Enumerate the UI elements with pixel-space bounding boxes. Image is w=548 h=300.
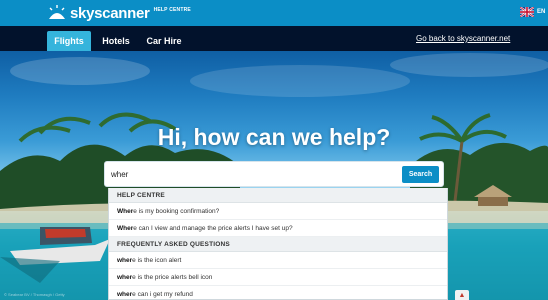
suggestion-item[interactable]: wher e can i get my refund — [109, 286, 447, 300]
suggestion-match: Wher — [117, 207, 134, 215]
autocomplete-dropdown: HELP CENTRE Wher e is my booking confirma… — [108, 188, 448, 300]
chevron-up-icon[interactable]: ▲ — [455, 290, 469, 300]
help-centre-section-header: HELP CENTRE — [109, 188, 447, 203]
search-bar — [104, 161, 444, 187]
faq-section-header: FREQUENTLY ASKED QUESTIONS — [109, 237, 447, 252]
suggestion-match: Wher — [117, 224, 134, 232]
search-input[interactable] — [111, 166, 391, 183]
suggestion-text: e can i get my refund — [132, 290, 193, 298]
suggestion-match: wher — [117, 273, 133, 281]
back-to-skyscanner-link[interactable]: Go back to skyscanner.net — [416, 34, 510, 43]
suggestion-item[interactable]: wher e is the price alerts bell icon — [109, 269, 447, 286]
suggestion-text: e is the icon alert — [132, 256, 182, 264]
top-bar: skyscanner HELP CENTRE EN — [0, 0, 548, 26]
page-headline: Hi, how can we help? — [157, 124, 391, 150]
search-button[interactable]: Search — [402, 166, 439, 183]
sunrise-logo-icon — [49, 5, 65, 19]
tab-car-hire[interactable]: Car Hire — [142, 31, 186, 51]
suggestion-item[interactable]: wher e is the icon alert — [109, 252, 447, 269]
main-nav: Flights Hotels Car Hire Go back to skysc… — [0, 26, 548, 51]
logo-subtitle: HELP CENTRE — [153, 7, 191, 13]
skyscanner-logo[interactable]: skyscanner HELP CENTRE — [47, 4, 191, 22]
language-code[interactable]: EN — [537, 9, 545, 15]
uk-flag-icon[interactable] — [520, 7, 534, 17]
suggestion-match: wher — [117, 256, 133, 264]
tab-hotels[interactable]: Hotels — [98, 31, 134, 51]
suggestion-item[interactable]: Wher e is my booking confirmation? — [109, 203, 447, 220]
suggestion-text: e is my booking confirmation? — [133, 207, 220, 215]
photo-credit: © Seabear BV / Thomasgh / Getty — [4, 292, 65, 297]
tab-flights[interactable]: Flights — [47, 31, 91, 51]
suggestion-text: e is the price alerts bell icon — [132, 273, 213, 281]
suggestion-item[interactable]: Wher e can I view and manage the price al… — [109, 220, 447, 237]
suggestion-match: wher — [117, 290, 133, 298]
logo-wordmark: skyscanner — [70, 4, 150, 22]
suggestion-text: e can I view and manage the price alerts… — [133, 224, 293, 232]
